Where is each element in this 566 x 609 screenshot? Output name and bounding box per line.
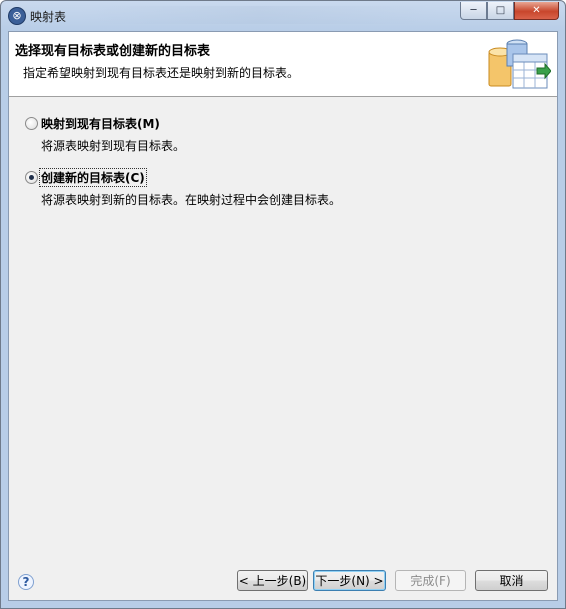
dialog-window: ⊗ 映射表 ─ □ ✕ 选择现有目标表或创建新的目标表 指定希望映射到现有目标表… <box>0 0 566 609</box>
radio-create-new[interactable] <box>25 171 38 184</box>
help-icon[interactable]: ? <box>18 574 34 590</box>
cancel-button[interactable]: 取消 <box>475 570 548 591</box>
dialog-client-area: 选择现有目标表或创建新的目标表 指定希望映射到现有目标表还是映射到新的目标表。 <box>8 31 558 601</box>
title-bar-ghost <box>79 6 439 24</box>
maximize-button[interactable]: □ <box>487 2 514 20</box>
close-button[interactable]: ✕ <box>514 2 559 20</box>
window-title: 映射表 <box>30 10 67 24</box>
database-table-map-icon <box>488 39 551 89</box>
page-description: 指定希望映射到现有目标表还是映射到新的目标表。 <box>23 66 300 80</box>
option-create-new-label[interactable]: 创建新的目标表(C) <box>39 168 147 187</box>
radio-map-existing[interactable] <box>25 117 38 130</box>
app-icon[interactable]: ⊗ <box>8 7 26 25</box>
button-bar: ? < 上一步(B) 下一步(N) > 完成(F) 取消 <box>9 550 557 600</box>
page-title: 选择现有目标表或创建新的目标表 <box>15 44 211 59</box>
finish-button[interactable]: 完成(F) <box>395 570 466 591</box>
window-controls: ─ □ ✕ <box>460 2 559 21</box>
option-map-existing-description: 将源表映射到现有目标表。 <box>41 139 186 153</box>
option-create-new-description: 将源表映射到新的目标表。在映射过程中会创建目标表。 <box>41 193 342 207</box>
back-button[interactable]: < 上一步(B) <box>237 570 308 591</box>
wizard-header: 选择现有目标表或创建新的目标表 指定希望映射到现有目标表还是映射到新的目标表。 <box>9 32 557 97</box>
minimize-button[interactable]: ─ <box>460 2 487 20</box>
next-button[interactable]: 下一步(N) > <box>313 570 386 591</box>
title-bar[interactable]: ⊗ 映射表 ─ □ ✕ <box>1 1 565 31</box>
option-map-existing-label[interactable]: 映射到现有目标表(M) <box>41 115 160 132</box>
